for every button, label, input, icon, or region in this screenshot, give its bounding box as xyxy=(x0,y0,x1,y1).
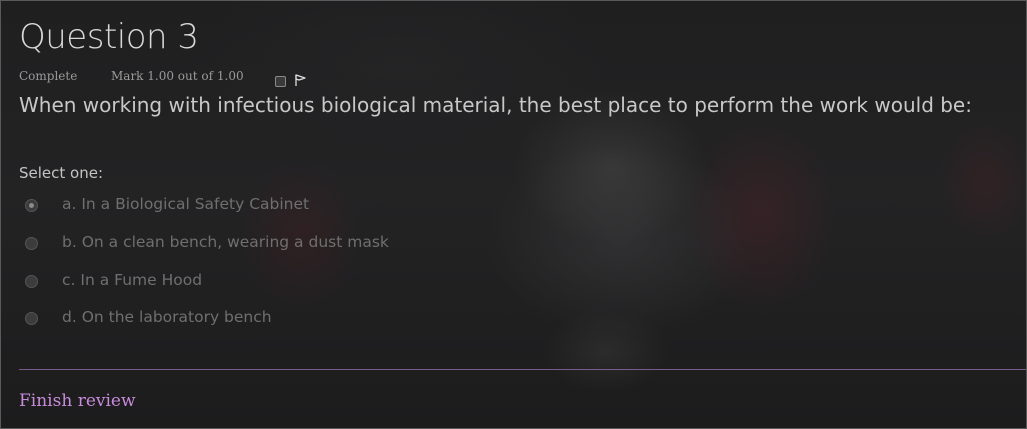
answer-label: a. In a Biological Safety Cabinet xyxy=(62,195,310,213)
radio-button-selected[interactable] xyxy=(25,199,38,212)
finish-review-link[interactable]: Finish review xyxy=(19,391,136,411)
answer-option-a[interactable]: a. In a Biological Safety Cabinet xyxy=(25,194,525,218)
answer-label: d. On the laboratory bench xyxy=(62,308,272,326)
answer-option-c[interactable]: c. In a Fume Hood xyxy=(25,270,525,294)
question-state: Complete xyxy=(19,69,78,83)
answer-label: c. In a Fume Hood xyxy=(62,271,203,289)
answer-option-b[interactable]: b. On a clean bench, wearing a dust mask xyxy=(25,232,525,256)
answer-option-d[interactable]: d. On the laboratory bench xyxy=(25,307,525,331)
flag-icon[interactable] xyxy=(293,73,307,87)
section-divider xyxy=(19,369,1026,370)
radio-button[interactable] xyxy=(25,237,38,250)
quiz-review-panel: Question 3 Complete Mark 1.00 out of 1.0… xyxy=(0,0,1027,429)
question-title: Question 3 xyxy=(19,17,199,57)
answer-label: b. On a clean bench, wearing a dust mask xyxy=(62,233,389,251)
flag-question-checkbox[interactable] xyxy=(275,76,286,87)
answer-prompt: Select one: xyxy=(19,164,104,182)
radio-button[interactable] xyxy=(25,275,38,288)
question-text: When working with infectious biological … xyxy=(19,93,972,117)
radio-button[interactable] xyxy=(25,312,38,325)
question-grade: Mark 1.00 out of 1.00 xyxy=(111,69,244,83)
